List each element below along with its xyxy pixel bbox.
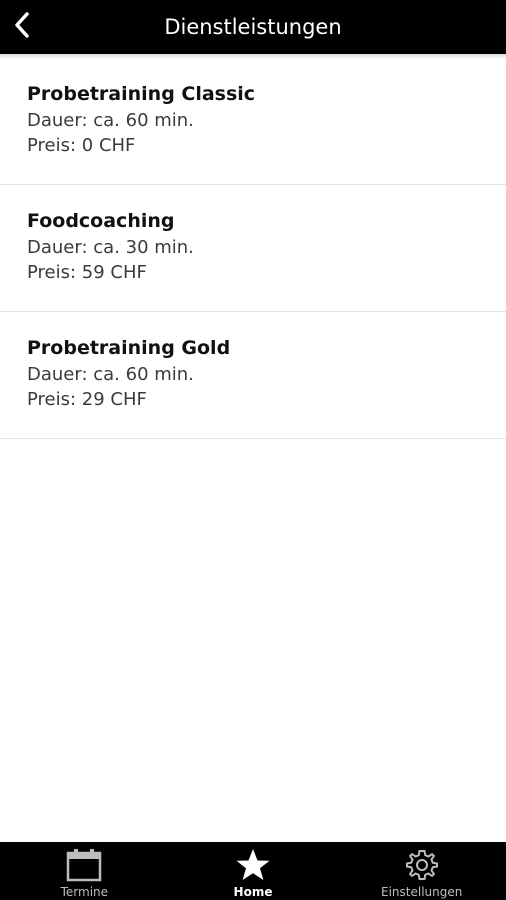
tab-label: Termine <box>60 885 109 899</box>
tab-label: Home <box>233 885 273 899</box>
screen: Dienstleistungen Probetraining Classic D… <box>0 0 506 900</box>
service-title: Probetraining Gold <box>27 337 231 359</box>
service-duration: Dauer: ca. 60 min. <box>27 364 194 385</box>
service-duration: Dauer: ca. 60 min. <box>27 110 194 131</box>
service-item[interactable]: Foodcoaching Dauer: ca. 30 min. Preis: 5… <box>0 185 506 312</box>
service-item[interactable]: Probetraining Classic Dauer: ca. 60 min.… <box>0 58 506 185</box>
services-list: Probetraining Classic Dauer: ca. 60 min.… <box>0 58 506 439</box>
chevron-left-icon <box>14 12 30 42</box>
service-price: Preis: 0 CHF <box>27 135 136 156</box>
service-item[interactable]: Probetraining Gold Dauer: ca. 60 min. Pr… <box>0 312 506 439</box>
service-price: Preis: 59 CHF <box>27 262 147 283</box>
star-icon <box>235 847 271 883</box>
back-button[interactable] <box>0 0 44 54</box>
tab-home[interactable]: Home <box>169 842 338 900</box>
tab-termine[interactable]: Termine <box>0 842 169 900</box>
page-title: Dienstleistungen <box>164 15 342 39</box>
service-price: Preis: 29 CHF <box>27 389 147 410</box>
calendar-icon <box>66 847 102 883</box>
tab-bar: Termine Home Einstellungen <box>0 842 506 900</box>
service-title: Probetraining Classic <box>27 83 256 105</box>
service-title: Foodcoaching <box>27 210 175 232</box>
service-duration: Dauer: ca. 30 min. <box>27 237 194 258</box>
gear-icon <box>405 847 439 883</box>
tab-einstellungen[interactable]: Einstellungen <box>337 842 506 900</box>
tab-label: Einstellungen <box>381 885 463 899</box>
navigation-bar: Dienstleistungen <box>0 0 506 54</box>
